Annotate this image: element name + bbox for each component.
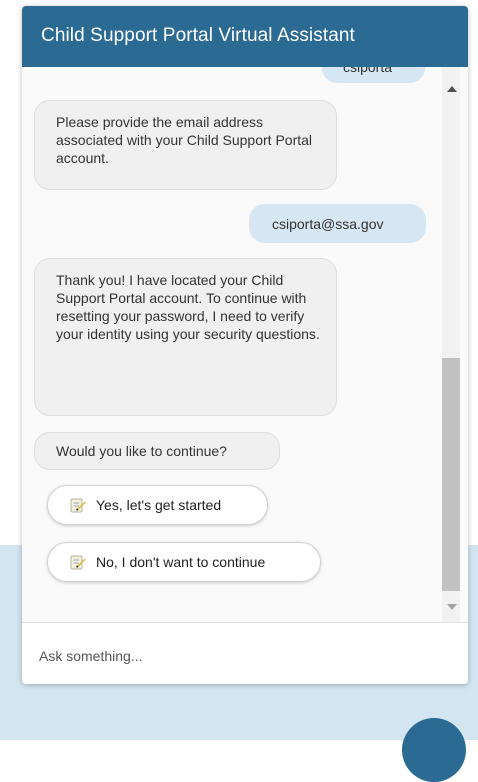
message-scrollbar[interactable] (442, 67, 460, 622)
ask-input[interactable] (39, 645, 439, 667)
scrollbar-thumb[interactable] (442, 358, 460, 591)
message-list: csiporta Please provide the email addres… (22, 67, 442, 622)
user-message: csiporta@ssa.gov (249, 204, 426, 243)
chat-window: Child Support Portal Virtual Assistant c… (22, 6, 468, 684)
chat-launcher-button[interactable] (402, 718, 466, 782)
chat-title: Child Support Portal Virtual Assistant (41, 25, 355, 46)
input-bar (22, 622, 468, 684)
checklist-icon (70, 555, 86, 570)
bot-message: Please provide the email address associa… (34, 100, 337, 190)
yes-option-button[interactable]: Yes, let's get started (47, 485, 268, 525)
scroll-up-arrow-icon[interactable] (447, 86, 457, 92)
no-option-button[interactable]: No, I don't want to continue (47, 542, 321, 582)
no-option-label: No, I don't want to continue (96, 554, 266, 570)
checklist-icon (70, 498, 86, 513)
bot-message: Would you like to continue? (34, 432, 280, 470)
yes-option-label: Yes, let's get started (96, 497, 222, 513)
bot-message: Thank you! I have located your Child Sup… (34, 258, 337, 416)
scroll-down-arrow-icon[interactable] (447, 604, 457, 610)
chat-header: Child Support Portal Virtual Assistant (22, 6, 468, 67)
user-message: csiporta (322, 67, 425, 83)
